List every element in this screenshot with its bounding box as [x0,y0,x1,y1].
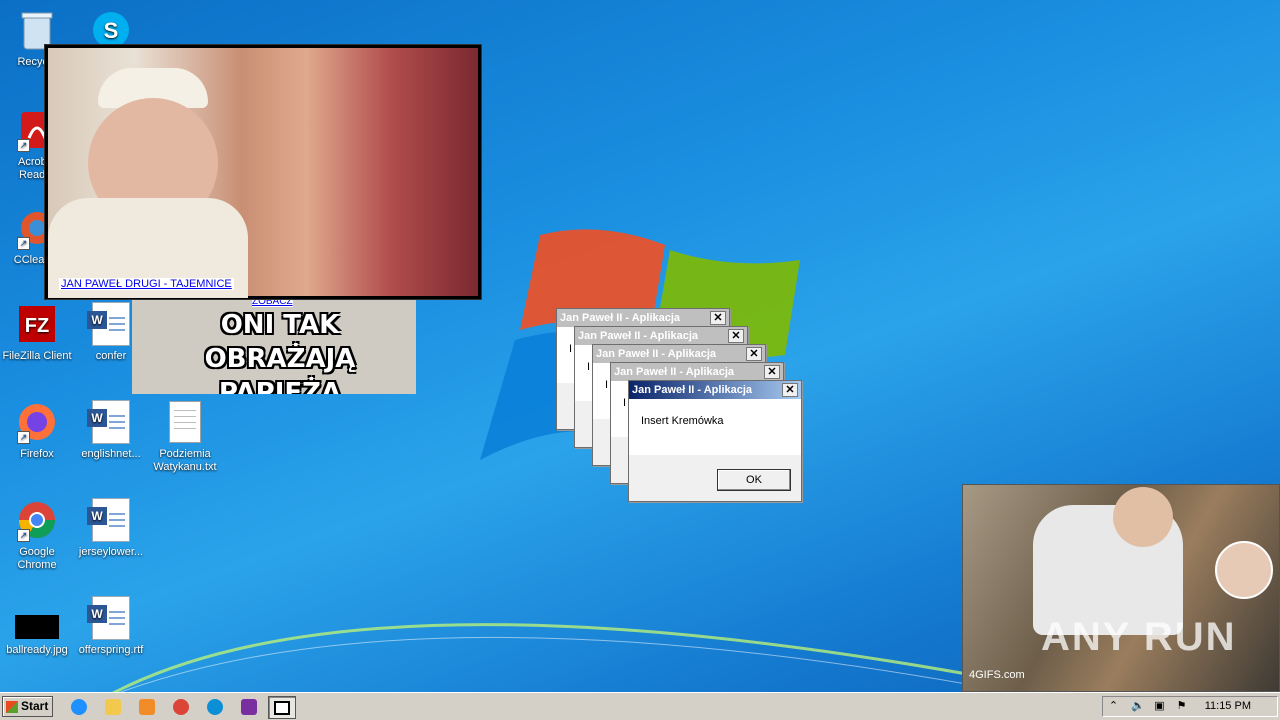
desktop-icon-filezilla[interactable]: FZ FileZilla Client [2,302,72,363]
media-player-icon [139,698,155,715]
gif-head [1113,487,1173,547]
desktop-icon-chrome[interactable]: ↗ Google Chrome [2,498,72,572]
gif-source-label: 4GIFS.com [969,669,1025,681]
dialog-box-active[interactable]: Jan Paweł II - Aplikacja ✕ Insert Kremówk… [628,380,802,502]
shortcut-arrow-icon: ↗ [17,529,30,542]
popup-image-meme[interactable]: ZOBACZ ONI TAK OBRAŻAJĄ PAPIEŻA [132,296,416,394]
desktop-icon-label: Podziemia Watykanu.txt [153,448,217,473]
svg-text:FZ: FZ [25,315,49,337]
edge-icon [207,698,223,715]
meme-text: ONI TAK OBRAŻAJĄ PAPIEŻA [204,310,356,394]
dialog-title: Jan Paweł II - Aplikacja ✕ [593,345,765,363]
image-file-icon [15,596,59,640]
start-button[interactable]: Start [2,696,53,717]
ok-button[interactable]: OK [717,469,791,491]
folder-icon [105,698,121,715]
wallpaper-swoosh [100,623,1000,700]
taskbar-window-button[interactable] [268,696,296,719]
taskbar-chrome-button[interactable] [168,696,194,717]
word-document-icon: W [87,400,133,444]
shortcut-arrow-icon: ↗ [17,237,30,250]
window-icon [274,700,290,715]
dialog-title: Jan Paweł II - Aplikacja ✕ [557,309,729,327]
chevron-up-icon[interactable]: ⌃ [1107,700,1120,713]
taskbar-edge-button[interactable] [202,696,228,717]
desktop-icon-label: englishnet... [81,448,141,460]
internet-explorer-icon [71,698,87,715]
clock[interactable]: 11:15 PM [1205,697,1251,716]
desktop-icon-label: ballready.jpg [6,644,68,656]
desktop-icon-label: jerseylower... [78,546,144,558]
desktop-icon-englishnet[interactable]: W englishnet... [76,400,146,461]
dialog-title: Jan Paweł II - Aplikacja ✕ [611,363,783,381]
desktop-icon-ballready[interactable]: ballready.jpg [2,596,72,657]
desktop-icon-podziemia[interactable]: Podziemia Watykanu.txt [150,400,220,474]
popup-image-window[interactable]: JAN PAWEŁ DRUGI - TAJEMNICE [44,44,482,300]
desktop-icon-firefox[interactable]: ↗ Firefox [2,400,72,461]
desktop-icon-offerspring[interactable]: W offerspring.rtf [76,596,146,657]
desktop-icon-jerseylower[interactable]: W jerseylower... [76,498,146,559]
dialog-title: Jan Paweł II - Aplikacja ✕ [629,381,801,399]
gif-face-overlay [1215,541,1273,599]
word-document-icon: W [87,302,133,346]
text-file-icon [163,400,207,444]
word-document-icon: W [87,498,133,542]
desktop-icon-label: Firefox [20,448,54,460]
taskbar-winrar-button[interactable] [236,696,262,717]
chrome-icon: ↗ [15,498,59,542]
popup-gif-window[interactable]: ANY RUN 4GIFS.com [962,484,1280,692]
system-tray: ⌃ 🔈 ▣ ⚑ 11:15 PM [1102,696,1278,717]
desktop-icon-label: Google Chrome [17,546,57,571]
popup-photo [48,48,478,298]
close-icon[interactable]: ✕ [764,365,780,379]
dialog-title: Jan Paweł II - Aplikacja ✕ [575,327,747,345]
firefox-icon: ↗ [15,400,59,444]
desktop-icon-label: confer [95,350,127,362]
taskbar-explorer-button[interactable] [100,696,126,717]
filezilla-icon: FZ [15,302,59,346]
close-icon[interactable]: ✕ [746,347,762,361]
shortcut-arrow-icon: ↗ [17,431,30,444]
shortcut-arrow-icon: ↗ [17,139,30,152]
desktop-icon-label: FileZilla Client [2,350,72,362]
close-icon[interactable]: ✕ [710,311,726,325]
chrome-icon [173,698,189,715]
svg-text:S: S [104,18,119,43]
taskbar: Start ⌃ 🔈 ▣ ⚑ 11:15 PM [0,692,1280,720]
action-center-flag-icon[interactable]: ⚑ [1175,700,1188,713]
dialog-message: Insert Kremówka [629,399,801,455]
taskbar-media-button[interactable] [134,696,160,717]
network-icon[interactable]: ▣ [1153,700,1166,713]
word-document-icon: W [87,596,133,640]
anyrun-watermark: ANY RUN [1041,615,1237,659]
windows-flag-icon [6,700,18,713]
close-icon[interactable]: ✕ [782,383,798,397]
volume-icon[interactable]: 🔈 [1131,700,1145,713]
taskbar-ie-button[interactable] [66,696,92,717]
winrar-icon [241,698,257,715]
popup-caption-link[interactable]: JAN PAWEŁ DRUGI - TAJEMNICE [59,278,234,290]
desktop-icon-label: offerspring.rtf [78,644,144,656]
close-icon[interactable]: ✕ [728,329,744,343]
